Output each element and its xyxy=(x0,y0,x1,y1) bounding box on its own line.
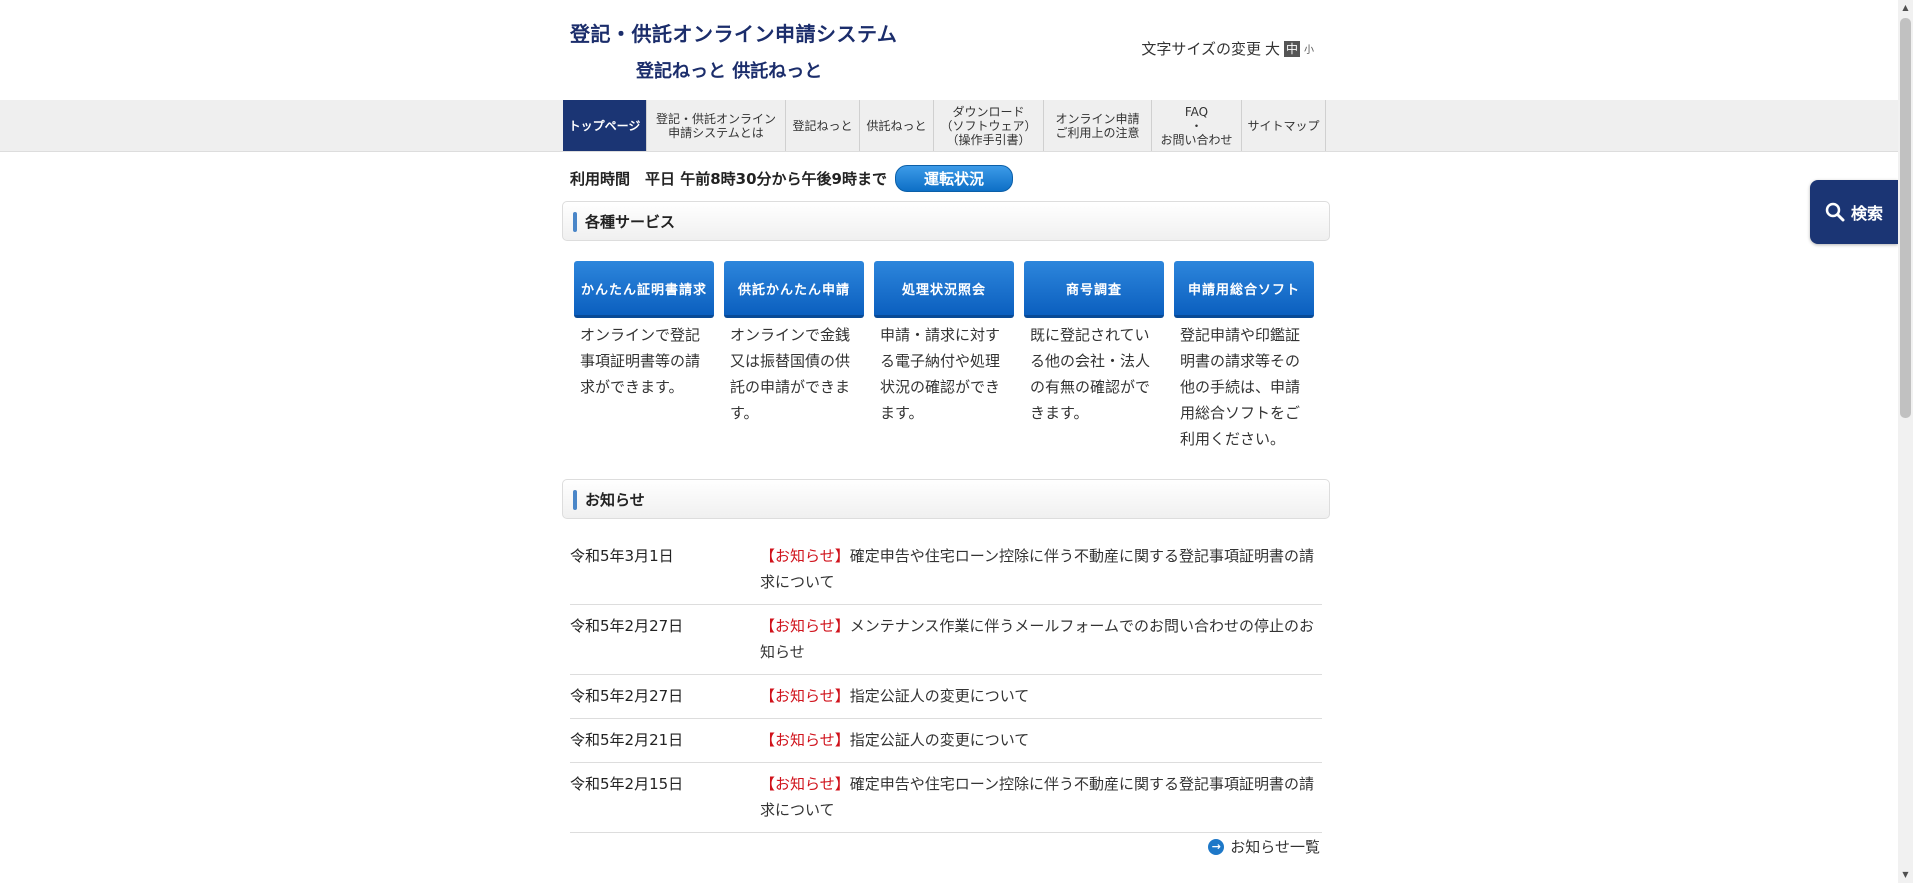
news-link[interactable]: 【お知らせ】メンテナンス作業に伴うメールフォームでのお問い合わせの停止のお知らせ xyxy=(760,613,1322,665)
news-tag: 【お知らせ】 xyxy=(760,617,850,635)
font-size-large-button[interactable]: 大 xyxy=(1265,38,1280,59)
news-date: 令和5年2月21日 xyxy=(570,731,684,749)
services-heading-text: 各種サービス xyxy=(585,212,676,231)
news-tag: 【お知らせ】 xyxy=(760,731,850,749)
nav-touki-net[interactable]: 登記ねっと xyxy=(786,100,860,151)
news-item: 令和5年2月27日 【お知らせ】指定公証人の変更について xyxy=(570,675,1322,719)
news-title: 指定公証人の変更について xyxy=(849,731,1030,749)
service-card: 申請用総合ソフト 登記申請や印鑑証明書の請求等その他の手続は、申請用総合ソフトを… xyxy=(1174,261,1314,452)
news-link[interactable]: 【お知らせ】確定申告や住宅ローン控除に伴う不動産に関する登記事項証明書の請求につ… xyxy=(760,543,1322,595)
page-scrollbar[interactable]: ▲ ▼ xyxy=(1898,0,1913,883)
service-card: 処理状況照会 申請・請求に対する電子納付や処理状況の確認ができます。 xyxy=(874,261,1014,426)
news-date: 令和5年2月27日 xyxy=(570,687,684,705)
service-description: 既に登記されている他の会社・法人の有無の確認ができます。 xyxy=(1030,326,1151,422)
news-list-link[interactable]: → お知らせ一覧 xyxy=(1208,836,1320,857)
news-item: 令和5年2月27日 【お知らせ】メンテナンス作業に伴うメールフォームでのお問い合… xyxy=(570,605,1322,675)
news-link[interactable]: 【お知らせ】確定申告や住宅ローン控除に伴う不動産に関する登記事項証明書の請求につ… xyxy=(760,771,1322,823)
nav-top-page[interactable]: トップページ xyxy=(563,100,647,151)
news-list-link-label: お知らせ一覧 xyxy=(1230,838,1320,856)
font-size-small-button[interactable]: 小 xyxy=(1304,41,1314,56)
news-item: 令和5年2月21日 【お知らせ】指定公証人の変更について xyxy=(570,719,1322,763)
site-subtitle: 登記ねっと 供託ねっと xyxy=(636,61,823,82)
news-date: 令和5年2月15日 xyxy=(570,775,684,793)
font-size-control: 文字サイズの変更 大 中 小 xyxy=(1141,38,1314,59)
easy-deposit-button[interactable]: 供託かんたん申請 xyxy=(724,261,864,318)
news-item: 令和5年3月1日 【お知らせ】確定申告や住宅ローン控除に伴う不動産に関する登記事… xyxy=(570,535,1322,605)
scrollbar-thumb[interactable] xyxy=(1900,18,1911,418)
service-card: 商号調査 既に登記されている他の会社・法人の有無の確認ができます。 xyxy=(1024,261,1164,426)
arrow-right-circle-icon: → xyxy=(1208,838,1225,855)
nav-sitemap[interactable]: サイトマップ xyxy=(1242,100,1326,151)
nav-kyotaku-net[interactable]: 供託ねっと xyxy=(860,100,934,151)
service-hours-label: 利用時間 平日 午前8時30分から午後9時まで xyxy=(570,170,887,188)
news-heading: お知らせ xyxy=(562,479,1330,519)
service-card: かんたん証明書請求 オンラインで登記事項証明書等の請求ができます。 xyxy=(574,261,714,400)
global-nav: トップページ 登記・供託オンライン 申請システムとは 登記ねっと 供託ねっと ダ… xyxy=(563,100,1326,151)
site-title: 登記・供託オンライン申請システム xyxy=(570,22,898,46)
search-icon xyxy=(1825,202,1845,222)
search-tab-button[interactable]: 検索 xyxy=(1810,180,1898,244)
services-heading: 各種サービス xyxy=(562,201,1330,241)
general-software-button[interactable]: 申請用総合ソフト xyxy=(1174,261,1314,318)
news-date: 令和5年3月1日 xyxy=(570,547,674,565)
news-list: 令和5年3月1日 【お知らせ】確定申告や住宅ローン控除に伴う不動産に関する登記事… xyxy=(570,535,1322,833)
news-tag: 【お知らせ】 xyxy=(760,687,850,705)
service-description: 登記申請や印鑑証明書の請求等その他の手続は、申請用総合ソフトをご利用ください。 xyxy=(1180,326,1301,448)
service-description: オンラインで登記事項証明書等の請求ができます。 xyxy=(580,326,701,396)
service-card: 供託かんたん申請 オンラインで金銭又は振替国債の供託の申請ができます。 xyxy=(724,261,864,426)
font-size-label: 文字サイズの変更 xyxy=(1141,40,1261,58)
news-heading-text: お知らせ xyxy=(585,490,645,509)
nav-about-system[interactable]: 登記・供託オンライン 申請システムとは xyxy=(647,100,786,151)
service-description: オンラインで金銭又は振替国債の供託の申請ができます。 xyxy=(730,326,851,422)
service-description: 申請・請求に対する電子納付や処理状況の確認ができます。 xyxy=(880,326,1001,422)
nav-faq-contact[interactable]: FAQ ・ お問い合わせ xyxy=(1152,100,1242,151)
scroll-up-arrow-icon[interactable]: ▲ xyxy=(1898,0,1913,16)
font-size-medium-button[interactable]: 中 xyxy=(1283,40,1300,57)
news-link[interactable]: 【お知らせ】指定公証人の変更について xyxy=(760,683,1322,709)
nav-online-notes[interactable]: オンライン申請 ご利用上の注意 xyxy=(1044,100,1152,151)
service-hours: 利用時間 平日 午前8時30分から午後9時まで 運転状況 xyxy=(570,165,1013,192)
news-title: 指定公証人の変更について xyxy=(849,687,1030,705)
search-tab-label: 検索 xyxy=(1850,204,1883,223)
trade-name-search-button[interactable]: 商号調査 xyxy=(1024,261,1164,318)
news-tag: 【お知らせ】 xyxy=(760,775,850,793)
site-logo[interactable]: 登記・供託オンライン申請システム 登記ねっと 供託ねっと xyxy=(570,18,897,83)
easy-certificate-button[interactable]: かんたん証明書請求 xyxy=(574,261,714,318)
news-tag: 【お知らせ】 xyxy=(760,547,850,565)
news-date: 令和5年2月27日 xyxy=(570,617,684,635)
news-link[interactable]: 【お知らせ】指定公証人の変更について xyxy=(760,727,1322,753)
operation-status-button[interactable]: 運転状況 xyxy=(894,165,1013,192)
news-item: 令和5年2月15日 【お知らせ】確定申告や住宅ローン控除に伴う不動産に関する登記… xyxy=(570,763,1322,833)
status-inquiry-button[interactable]: 処理状況照会 xyxy=(874,261,1014,318)
nav-download[interactable]: ダウンロード （ソフトウェア） （操作手引書） xyxy=(934,100,1044,151)
scroll-down-arrow-icon[interactable]: ▼ xyxy=(1898,867,1913,883)
